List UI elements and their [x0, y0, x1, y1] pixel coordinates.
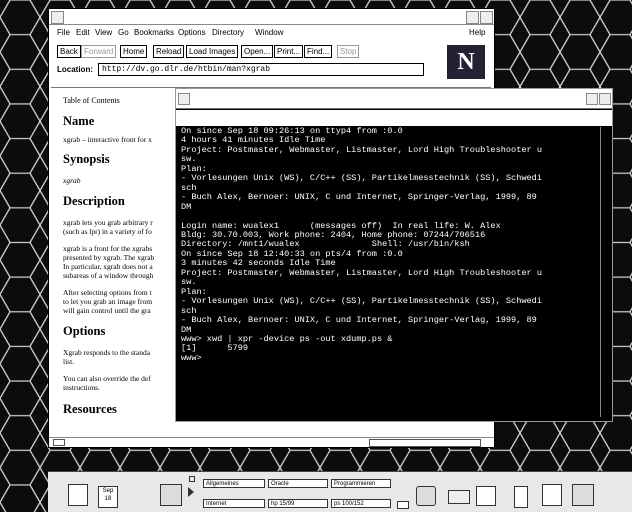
desc-line: In particular, xgrab does not a	[63, 262, 153, 271]
terminal-line: Project: Postmaster, Webmaster, Listmast…	[181, 267, 542, 278]
load-images-button[interactable]: Load Images	[186, 45, 239, 58]
clock-icon[interactable]	[68, 484, 88, 506]
desc-line: subareas of a window through	[63, 271, 154, 280]
terminal-window[interactable]: On since Sep 18 09:26:13 on ttyp4 from :…	[175, 88, 613, 422]
terminal-titlebar[interactable]	[176, 89, 612, 109]
menu-options[interactable]: Options	[178, 26, 206, 40]
reload-button[interactable]: Reload	[153, 45, 185, 58]
forward-button[interactable]: Forward	[81, 45, 117, 58]
workspace-internet[interactable]: Internet	[203, 499, 265, 508]
application-manager-icon[interactable]	[572, 484, 594, 506]
lock-icon[interactable]	[189, 476, 195, 482]
printer-icon[interactable]	[416, 486, 436, 506]
exit-icon[interactable]	[397, 501, 409, 509]
print-button[interactable]: Print...	[274, 45, 304, 58]
calendar-icon[interactable]: Sep 18	[98, 486, 118, 508]
location-input[interactable]: http://dv.go.dlr.de/htbin/man?xgrab	[98, 63, 424, 76]
terminal-line: Project: Postmaster, Webmaster, Listmast…	[181, 144, 542, 155]
heading-name: Name	[63, 114, 95, 128]
desc-line: presented by xgrab. The xgrab	[63, 253, 155, 262]
maximize-icon[interactable]	[599, 93, 611, 105]
heading-options: Options	[63, 324, 106, 338]
browser-titlebar[interactable]	[49, 9, 494, 25]
terminal-frame	[176, 110, 612, 126]
toc-link[interactable]: Table of Contents	[63, 96, 120, 105]
terminal-line: sw.	[181, 154, 197, 165]
menu-view[interactable]: View	[95, 26, 112, 40]
terminal-scrollbar[interactable]	[600, 127, 607, 417]
desc-line: will gain control until the gra	[63, 306, 151, 315]
back-button[interactable]: Back	[57, 45, 81, 58]
desc-line: (such as lpr) in a variety of fo	[63, 227, 152, 236]
menu-directory[interactable]: Directory	[212, 26, 244, 40]
window-menu-icon[interactable]	[178, 93, 190, 105]
folder-icon[interactable]	[476, 486, 496, 506]
find-button[interactable]: Find...	[304, 45, 333, 58]
desc-line: to let you grab an image from	[63, 297, 153, 306]
minimize-icon[interactable]	[586, 93, 598, 105]
calendar-month: Sep	[102, 488, 114, 494]
menu-bookmarks[interactable]: Bookmarks	[134, 26, 174, 40]
terminal-line: - Vorlesungen Unix (WS), C/C++ (SS), Par…	[181, 173, 542, 184]
terminal-line: sw.	[181, 277, 197, 288]
desc-line: After selecting options from t	[63, 288, 152, 297]
synopsis-text: xgrab	[63, 176, 81, 185]
window-menu-icon[interactable]	[51, 11, 64, 24]
options-line: Xgrab responds to the standa	[63, 348, 151, 357]
terminal-line: - Buch Alex, Bernoer: UNIX, C und Intern…	[181, 192, 537, 203]
workspace-allgemeines[interactable]: Allgemeines	[203, 479, 265, 488]
browser-statusbar	[49, 437, 494, 448]
maximize-icon[interactable]	[480, 11, 493, 24]
terminal-line: DM	[181, 201, 192, 212]
netscape-logo-icon[interactable]: N	[447, 45, 485, 79]
text-editor-icon[interactable]	[514, 486, 528, 508]
desc-line: xgrab lets you grab arbitrary r	[63, 218, 153, 227]
workspace-hp[interactable]: hp 15/99	[268, 499, 328, 508]
terminal-line: www>	[181, 352, 202, 363]
name-text: xgrab – interactive front for x	[63, 135, 152, 144]
menu-go[interactable]: Go	[118, 26, 129, 40]
heading-description: Description	[63, 194, 125, 208]
security-key-icon	[53, 439, 65, 446]
front-panel: Sep 18 Allgemeines Oracle Programmieren …	[48, 471, 632, 512]
location-label: Location:	[57, 65, 93, 74]
terminal-line: [1] 5799	[181, 343, 249, 354]
menu-file[interactable]: File	[57, 26, 70, 40]
minimize-icon[interactable]	[466, 11, 479, 24]
workspace-ps[interactable]: ps 100/152	[331, 499, 391, 508]
menu-help[interactable]: Help	[469, 26, 485, 40]
stop-button[interactable]: Stop	[337, 45, 360, 58]
menu-window[interactable]: Window	[255, 26, 283, 40]
play-arrow-icon[interactable]	[188, 487, 194, 497]
style-manager-icon[interactable]	[542, 484, 562, 506]
progress-bar	[369, 439, 481, 447]
options-line: list.	[63, 357, 75, 366]
open-button[interactable]: Open...	[241, 45, 274, 58]
location-bar: Location: http://dv.go.dlr.de/htbin/man?…	[49, 62, 494, 78]
calendar-day: 18	[104, 496, 112, 502]
menu-edit[interactable]: Edit	[76, 26, 90, 40]
file-manager-icon[interactable]	[130, 484, 152, 506]
browser-menubar: File Edit View Go Bookmarks Options Dire…	[49, 26, 494, 40]
workspace-oracle[interactable]: Oracle	[268, 479, 328, 488]
options-line: instructions.	[63, 383, 100, 392]
options-line: You can also override the def	[63, 374, 151, 383]
terminal-line: - Vorlesungen Unix (WS), C/C++ (SS), Par…	[181, 296, 542, 307]
desc-line: xgrab is a front for the xgrabs	[63, 244, 153, 253]
mailbox-icon[interactable]	[448, 490, 470, 504]
heading-synopsis: Synopsis	[63, 152, 110, 166]
heading-resources: Resources	[63, 402, 117, 416]
browser-toolbar: Back Forward Home Reload Load Images Ope…	[49, 42, 494, 60]
terminal-output[interactable]: On since Sep 18 09:26:13 on ttyp4 from :…	[181, 127, 606, 415]
workspace-programmieren[interactable]: Programmieren	[331, 479, 391, 488]
terminal-line: - Buch Alex, Bernoer: UNIX, C und Intern…	[181, 315, 537, 326]
help-icon[interactable]	[160, 484, 182, 506]
home-button[interactable]: Home	[120, 45, 148, 58]
